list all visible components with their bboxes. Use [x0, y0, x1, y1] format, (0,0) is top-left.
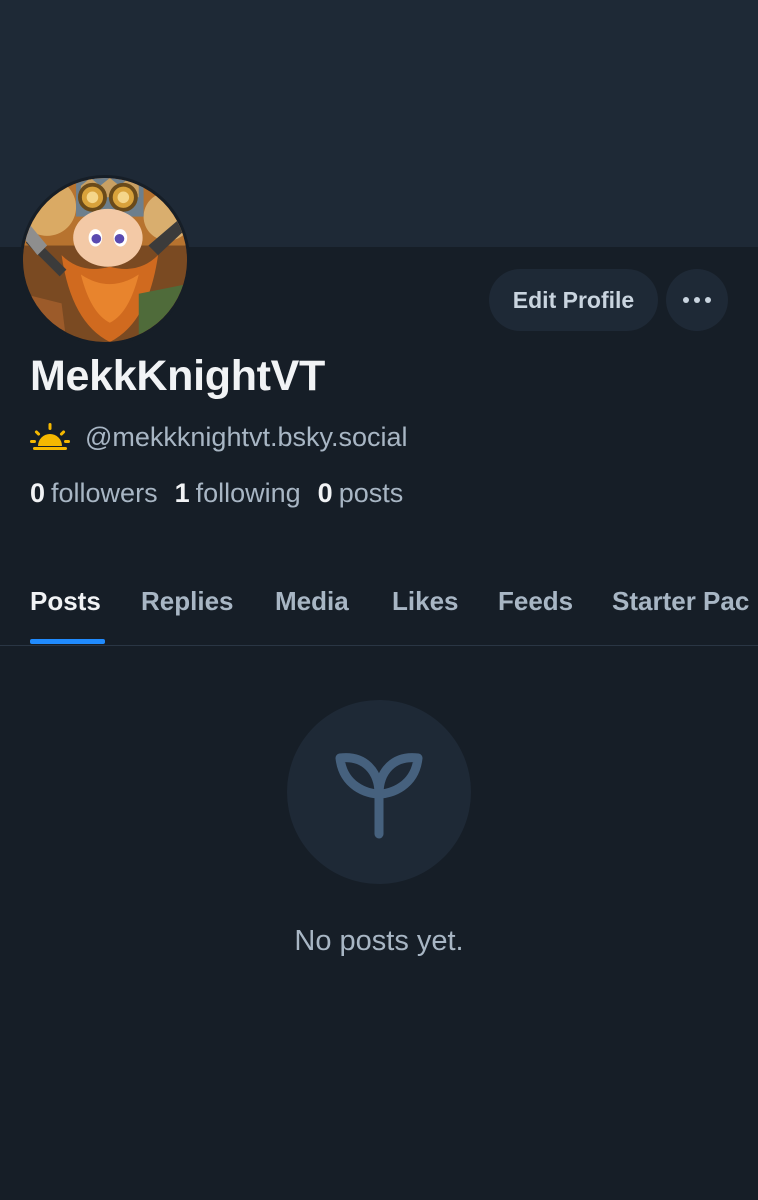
- following-label: following: [195, 478, 301, 508]
- posts-stat: 0 posts: [318, 478, 404, 509]
- display-name: MekkKnightVT: [30, 352, 326, 400]
- tab-media[interactable]: Media: [275, 586, 349, 617]
- sprout-icon: [335, 753, 423, 839]
- ellipsis-icon: [683, 297, 711, 303]
- tab-feeds[interactable]: Feeds: [498, 586, 573, 617]
- followers-count: 0: [30, 478, 46, 508]
- profile-stats: 0 followers 1 following 0 posts: [30, 478, 420, 509]
- handle[interactable]: @mekkknightvt.bsky.social: [85, 422, 408, 453]
- posts-count: 0: [317, 478, 333, 508]
- followers-label: followers: [51, 478, 158, 508]
- avatar-illustration: [23, 178, 187, 342]
- empty-state-badge: [287, 700, 471, 884]
- more-options-button[interactable]: [666, 269, 728, 331]
- profile-page: Edit Profile MekkKnightVT @mekkknightvt.…: [0, 0, 758, 1200]
- tab-replies[interactable]: Replies: [141, 586, 234, 617]
- sunrise-icon: [30, 423, 70, 450]
- profile-tabs: Posts Replies Media Likes Feeds Starter …: [0, 580, 758, 646]
- avatar[interactable]: [20, 175, 190, 345]
- followers-stat[interactable]: 0 followers: [30, 478, 158, 509]
- following-stat[interactable]: 1 following: [175, 478, 301, 509]
- active-tab-indicator: [30, 639, 105, 644]
- tab-starter-packs[interactable]: Starter Pac: [612, 586, 749, 617]
- empty-state-message: No posts yet.: [294, 925, 464, 957]
- edit-profile-button[interactable]: Edit Profile: [489, 269, 658, 331]
- following-count: 1: [174, 478, 190, 508]
- handle-row: @mekkknightvt.bsky.social: [30, 420, 408, 454]
- tab-likes[interactable]: Likes: [392, 586, 459, 617]
- posts-label: posts: [338, 478, 404, 508]
- tab-posts[interactable]: Posts: [30, 586, 101, 617]
